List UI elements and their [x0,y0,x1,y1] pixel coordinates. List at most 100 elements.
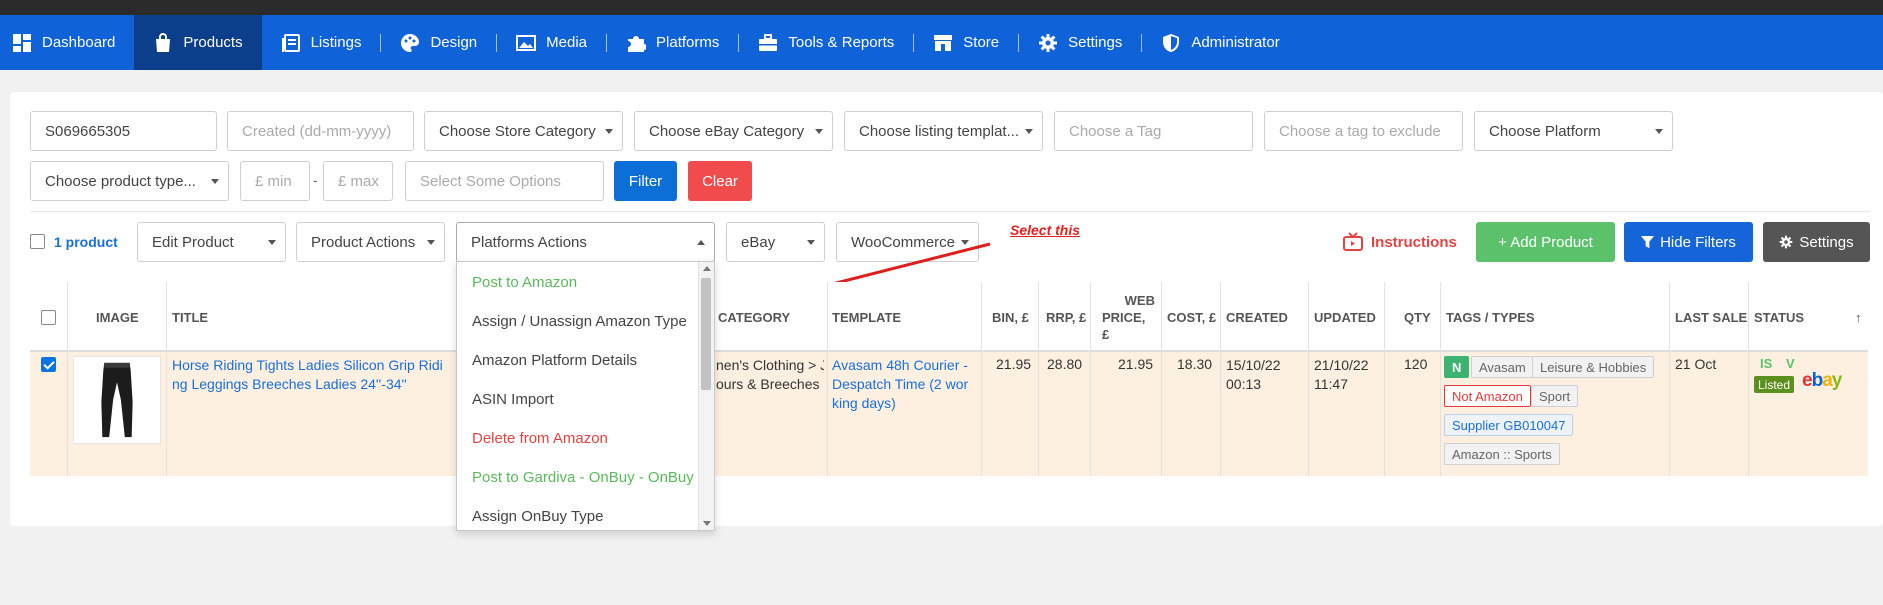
col-updated[interactable]: UPDATED [1314,282,1376,352]
browser-top-strip [0,0,1883,15]
table-select-all-checkbox[interactable] [41,310,56,325]
web-price[interactable]: 21.95 [1118,356,1153,372]
nav-media[interactable]: Media [497,15,606,70]
ebay-logo[interactable]: ebay [1802,370,1842,392]
palette-icon [400,33,420,53]
products-table-header [30,282,1868,352]
quantity[interactable]: 120 [1404,356,1427,372]
col-tags-types[interactable]: TAGS / TYPES [1446,282,1535,352]
tag-amazon-sports[interactable]: Amazon :: Sports [1444,443,1560,465]
nav-store[interactable]: Store [914,15,1018,70]
col-divider [1669,282,1670,476]
dropdown-scrollbar[interactable] [698,262,714,530]
hide-filters-button[interactable]: Hide Filters [1624,222,1753,262]
image-icon [516,33,537,53]
product-title-link[interactable]: Horse Riding Tights Ladies Silicon Grip … [172,356,452,394]
col-status[interactable]: STATUS [1754,282,1804,352]
platforms-actions-select[interactable]: Platforms Actions [456,222,715,262]
cost-price[interactable]: 18.30 [1177,356,1212,372]
options-multiselect[interactable]: Select Some Options [405,161,604,201]
col-web-price[interactable]: WEB PRICE, £ [1102,282,1155,352]
ebay-category-select[interactable]: Choose eBay Category [634,111,833,151]
tag-input[interactable]: Choose a Tag [1054,111,1253,151]
col-divider [166,282,167,476]
tag-leisure-hobbies[interactable]: Leisure & Hobbies [1532,356,1655,378]
col-divider [1161,282,1162,476]
bin-price[interactable]: 21.95 [996,356,1031,372]
delete-from-amazon-option[interactable]: Delete from Amazon [472,430,608,447]
col-category[interactable]: CATEGORY [718,282,790,352]
col-created[interactable]: CREATED [1226,282,1288,352]
category-text: nen's Clothing > J ours & Breeches [716,357,824,392]
col-divider [1308,282,1309,476]
product-actions-select[interactable]: Product Actions [296,222,445,262]
tag-supplier[interactable]: Supplier GB010047 [1444,414,1574,436]
nav-dashboard[interactable]: Dashboard [0,15,134,70]
listing-template-select[interactable]: Choose listing templat... [844,111,1043,151]
amazon-platform-details-option[interactable]: Amazon Platform Details [472,352,637,369]
col-title[interactable]: TITLE [172,282,208,352]
sort-arrow-icon[interactable]: ↑ [1855,282,1862,352]
add-product-button[interactable]: + Add Product [1476,222,1615,262]
store-icon [933,33,953,53]
price-max-input[interactable]: £ max [323,161,393,201]
nav-listings[interactable]: Listings [262,15,381,70]
col-template[interactable]: TEMPLATE [832,282,901,352]
leggings-image [101,362,133,438]
listed-badge: Listed [1754,376,1795,393]
sku-search-input[interactable]: S069665305 [30,111,217,151]
edit-product-select[interactable]: Edit Product [137,222,286,262]
price-min-input[interactable]: £ min [240,161,310,201]
post-to-amazon-option[interactable]: Post to Amazon [472,274,577,291]
col-bin[interactable]: BIN, £ [992,282,1029,352]
assign-amazon-type-option[interactable]: Assign / Unassign Amazon Type [472,313,687,330]
settings-button[interactable]: Settings [1763,222,1870,262]
shopping-bag-icon [153,32,173,53]
row-checkbox[interactable] [41,357,56,372]
scroll-thumb[interactable] [701,278,711,390]
updated-datetime: 21/10/22 11:47 [1314,357,1369,392]
scroll-up-arrow-icon[interactable] [703,266,711,271]
nav-design[interactable]: Design [381,15,496,70]
clear-button[interactable]: Clear [688,161,752,201]
main-navbar: Dashboard Products Listings Design Media… [0,15,1883,70]
post-to-onbuy-option[interactable]: Post to Gardiva - OnBuy - OnBuy [472,469,694,486]
instructions-link[interactable]: Instructions [1343,232,1457,252]
nav-tools-reports[interactable]: Tools & Reports [739,15,913,70]
col-divider [827,282,828,476]
col-last-sale[interactable]: LAST SALE [1675,282,1747,352]
store-category-select[interactable]: Choose Store Category [424,111,623,151]
status-is: IS [1760,356,1773,371]
tag-new[interactable]: N [1444,356,1470,378]
shield-icon [1161,33,1181,53]
tag-not-amazon[interactable]: Not Amazon [1444,385,1531,407]
assign-onbuy-type-option[interactable]: Assign OnBuy Type [472,508,603,525]
template-link[interactable]: Avasam 48h Courier - Despatch Time (2 wo… [832,356,978,413]
created-date-input[interactable]: Created (dd-mm-yyyy) [227,111,414,151]
tag-avasam[interactable]: Avasam [1471,356,1534,378]
col-qty[interactable]: QTY [1404,282,1431,352]
asin-import-option[interactable]: ASIN Import [472,391,554,408]
col-rrp[interactable]: RRP, £ [1046,282,1086,352]
price-range-separator: - [313,172,318,188]
product-type-select[interactable]: Choose product type... [30,161,229,201]
col-image[interactable]: IMAGE [96,282,139,352]
col-divider [1384,282,1385,476]
nav-platforms[interactable]: Platforms [607,15,738,70]
nav-settings[interactable]: Settings [1019,15,1141,70]
nav-products[interactable]: Products [134,15,262,70]
product-thumbnail[interactable] [73,356,161,444]
col-cost[interactable]: COST, £ [1167,282,1216,352]
filter-button[interactable]: Filter [614,161,677,201]
status-v: V [1786,356,1795,371]
scroll-down-arrow-icon[interactable] [703,521,711,526]
tag-sport[interactable]: Sport [1531,385,1579,407]
select-all-checkbox[interactable] [30,234,45,249]
rrp-price[interactable]: 28.80 [1047,356,1082,372]
nav-administrator[interactable]: Administrator [1142,15,1298,70]
created-datetime: 15/10/22 00:13 [1226,357,1281,392]
platform-select[interactable]: Choose Platform [1474,111,1673,151]
gear-icon [1038,33,1058,53]
col-divider [981,282,982,476]
tag-exclude-input[interactable]: Choose a tag to exclude [1264,111,1463,151]
